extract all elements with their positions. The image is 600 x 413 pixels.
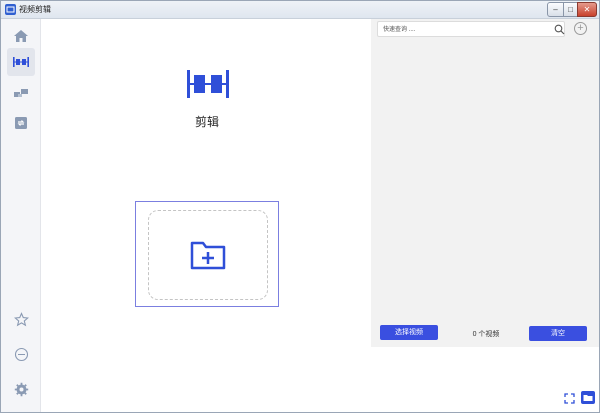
clear-button[interactable]: 清空 bbox=[529, 326, 587, 341]
main-area: 剪辑 bbox=[42, 19, 369, 412]
window-title: 视频剪辑 bbox=[19, 5, 51, 14]
blocks-icon bbox=[14, 89, 28, 97]
title-bar[interactable]: 视频剪辑 – □ ✕ bbox=[1, 1, 599, 19]
add-video-button[interactable]: + bbox=[574, 22, 587, 35]
sidebar-item-settings[interactable] bbox=[7, 375, 35, 403]
globe-icon bbox=[14, 347, 28, 361]
sidebar bbox=[1, 19, 41, 412]
sidebar-item-home[interactable] bbox=[7, 22, 35, 50]
video-count: 0 个视频 bbox=[472, 331, 500, 338]
search-box[interactable] bbox=[377, 21, 565, 37]
clip-icon bbox=[13, 57, 29, 67]
gear-icon bbox=[14, 382, 28, 396]
mode-label: 剪辑 bbox=[194, 115, 219, 129]
minimize-button[interactable]: – bbox=[547, 2, 564, 17]
sidebar-item-web[interactable] bbox=[7, 340, 35, 368]
app-window: 视频剪辑 – □ ✕ 剪辑 快速查询 .... + 选择视频 0 个视频 清空 bbox=[0, 0, 600, 413]
convert-icon bbox=[15, 117, 27, 129]
video-list-panel: + 选择视频 0 个视频 清空 bbox=[371, 19, 599, 347]
home-icon bbox=[14, 30, 28, 42]
add-folder-icon bbox=[190, 241, 226, 270]
search-icon[interactable] bbox=[554, 24, 565, 35]
sidebar-item-favorites[interactable] bbox=[7, 305, 35, 333]
sidebar-item-convert[interactable] bbox=[7, 109, 35, 137]
sidebar-item-blocks[interactable] bbox=[7, 78, 35, 106]
drop-zone-inner[interactable] bbox=[148, 210, 268, 300]
open-folder-button[interactable] bbox=[581, 391, 595, 404]
fullscreen-button[interactable] bbox=[564, 393, 575, 406]
clip-mode-icon bbox=[186, 69, 230, 101]
plus-icon: + bbox=[577, 22, 584, 34]
app-logo-icon bbox=[5, 4, 16, 15]
drop-zone[interactable] bbox=[135, 201, 279, 307]
search-input[interactable] bbox=[383, 24, 543, 35]
fullscreen-icon bbox=[564, 393, 575, 404]
folder-icon bbox=[583, 395, 593, 401]
maximize-button[interactable]: □ bbox=[563, 2, 578, 17]
star-icon bbox=[13, 311, 29, 326]
close-button[interactable]: ✕ bbox=[577, 2, 597, 17]
sidebar-item-clip[interactable] bbox=[7, 48, 35, 76]
select-video-button[interactable]: 选择视频 bbox=[380, 325, 438, 340]
